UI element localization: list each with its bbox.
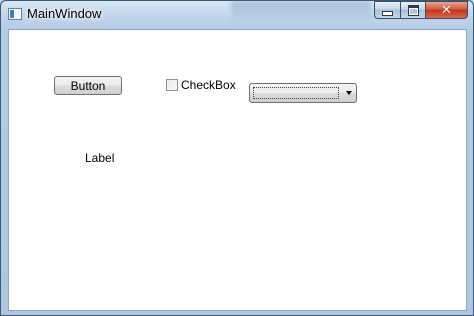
label: Label (85, 151, 115, 165)
maximize-icon (407, 4, 419, 16)
title-bar[interactable]: MainWindow ✕ (1, 1, 473, 29)
client-area: Button CheckBox Label (8, 29, 467, 311)
maximize-button[interactable] (400, 1, 425, 19)
title-bar-glass (231, 1, 371, 23)
main-window: MainWindow ✕ Button CheckBox Label (0, 0, 474, 316)
minimize-button[interactable] (374, 1, 400, 19)
caption-buttons: ✕ (374, 1, 468, 21)
checkbox-label[interactable]: CheckBox (181, 78, 236, 92)
minimize-icon (382, 11, 393, 16)
chevron-down-icon (346, 91, 352, 95)
close-icon: ✕ (441, 2, 452, 18)
app-icon[interactable] (8, 8, 22, 20)
window-title: MainWindow (27, 6, 102, 21)
combobox[interactable] (249, 83, 357, 103)
close-button[interactable]: ✕ (425, 1, 468, 19)
combobox-selected-value (253, 87, 339, 99)
main-button[interactable]: Button (54, 76, 122, 95)
checkbox[interactable] (166, 79, 178, 91)
